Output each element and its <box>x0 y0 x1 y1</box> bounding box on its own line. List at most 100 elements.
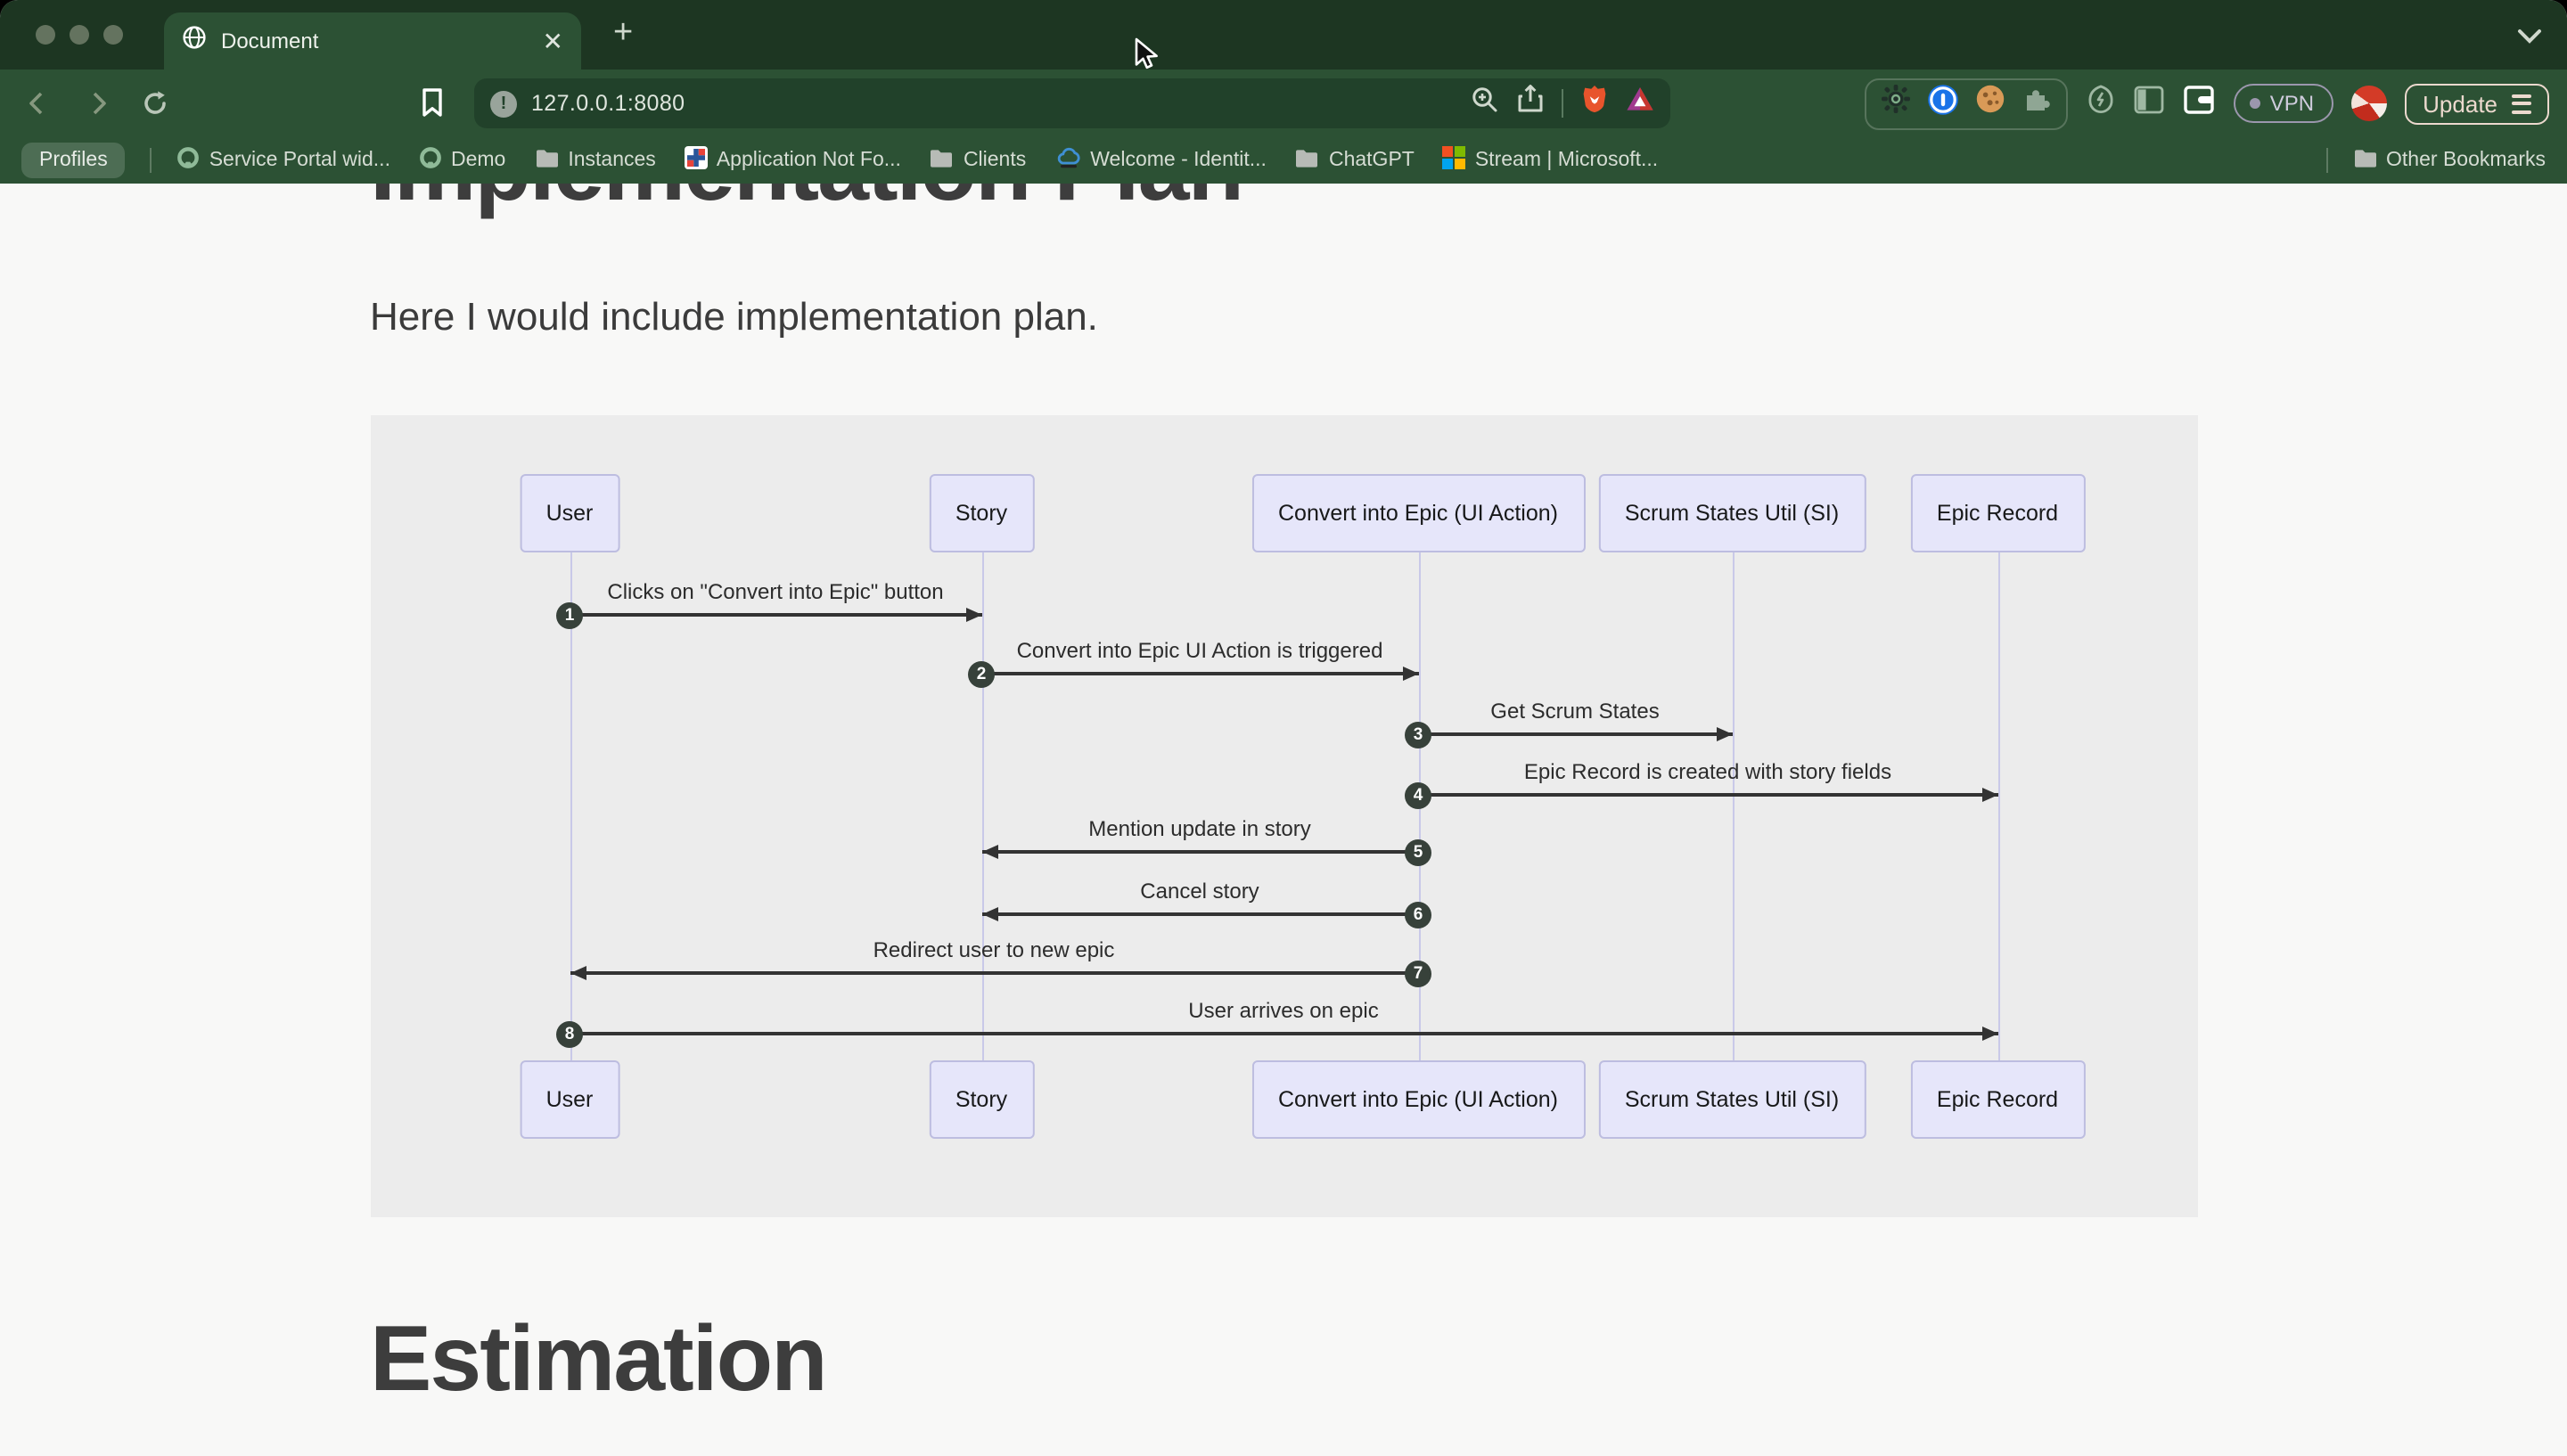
message-number-badge: 5 <box>1405 838 1431 865</box>
servicenow-icon <box>419 146 442 175</box>
bookmark-label: ChatGPT <box>1329 150 1415 171</box>
message-label: Epic Record is created with story fields <box>1524 759 1891 784</box>
vpn-label: VPN <box>2270 91 2314 116</box>
message-label: Mention update in story <box>1088 816 1311 841</box>
vpn-status-dot <box>2251 98 2261 109</box>
cookie-extension-icon[interactable] <box>1976 84 2006 123</box>
folder-icon <box>2352 147 2377 174</box>
bat-token-icon[interactable] <box>1626 86 1654 121</box>
message-arrow-line <box>570 972 1418 975</box>
leo-ai-leaf-icon[interactable] <box>2087 84 2117 123</box>
bookmark-list: Service Portal wid... Demo Instances Applic… <box>177 146 1659 175</box>
bookmark-item[interactable]: Welcome - Identit... <box>1054 146 1267 175</box>
toolbar: ! 127.0.0.1:8080 <box>0 70 2567 137</box>
actor-box: User <box>520 474 620 552</box>
bookmarks-divider <box>151 148 152 173</box>
bookmark-item[interactable]: Stream | Microsoft... <box>1443 146 1658 175</box>
web-page: Implementation Plan Here I would include… <box>0 184 2567 1456</box>
bookmark-item[interactable]: Clients <box>930 147 1026 174</box>
message-number-badge: 7 <box>1405 960 1431 986</box>
bookmark-item[interactable]: ChatGPT <box>1295 147 1415 174</box>
message-arrowhead-icon <box>1981 787 1997 801</box>
message-label: User arrives on epic <box>1188 998 1378 1023</box>
folder-icon <box>1295 147 1320 174</box>
message-arrowhead-icon <box>1716 726 1732 740</box>
message-arrowhead-icon <box>981 844 997 858</box>
profile-avatar[interactable] <box>2351 86 2387 121</box>
onepassword-extension-icon[interactable] <box>1928 83 1960 124</box>
bookmarks-bar: Profiles Service Portal wid... Demo Instan… <box>0 137 2567 184</box>
forward-button[interactable] <box>84 89 112 127</box>
toolbar-right-cluster: VPN Update <box>1866 70 2549 137</box>
bookmark-label: Instances <box>568 150 655 171</box>
tab-search-chevron-icon[interactable] <box>2517 21 2542 53</box>
bookmark-item[interactable]: Demo <box>419 146 505 175</box>
bookmark-item[interactable]: Service Portal wid... <box>177 146 390 175</box>
bookmark-label: Demo <box>451 150 505 171</box>
actor-box: User <box>520 1060 620 1139</box>
message-label: Cancel story <box>1140 879 1259 904</box>
message-number-badge: 6 <box>1405 901 1431 928</box>
fullscreen-window-button[interactable] <box>103 25 123 45</box>
actor-box: Scrum States Util (SI) <box>1598 474 1866 552</box>
bookmark-item[interactable]: Application Not Fo... <box>685 146 901 175</box>
message-arrow-line <box>981 673 1418 675</box>
address-bar[interactable]: ! 127.0.0.1:8080 <box>474 78 1670 128</box>
new-tab-button[interactable]: + <box>613 14 633 53</box>
vpn-button[interactable]: VPN <box>2235 84 2333 123</box>
close-tab-icon[interactable]: ✕ <box>543 29 563 53</box>
profiles-button[interactable]: Profiles <box>21 143 126 178</box>
actor-box: Scrum States Util (SI) <box>1598 1060 1866 1139</box>
close-window-button[interactable] <box>36 25 55 45</box>
back-button[interactable] <box>23 89 52 127</box>
message-number-badge: 3 <box>1405 721 1431 748</box>
message-label: Convert into Epic UI Action is triggered <box>1017 638 1383 663</box>
site-info-icon[interactable]: ! <box>490 90 517 117</box>
message-arrow-line <box>570 1033 1997 1035</box>
actor-lifeline <box>570 552 571 1060</box>
message-number-badge: 4 <box>1405 781 1431 808</box>
folder-icon <box>534 147 559 174</box>
message-arrow-line <box>981 913 1418 916</box>
update-label: Update <box>2423 90 2497 117</box>
actor-box: Convert into Epic (UI Action) <box>1251 474 1585 552</box>
minimize-window-button[interactable] <box>70 25 89 45</box>
actor-box: Convert into Epic (UI Action) <box>1251 1060 1585 1139</box>
clearskye-cloud-icon <box>1054 146 1081 175</box>
other-bookmarks-button[interactable]: Other Bookmarks <box>2352 147 2546 174</box>
actor-box: Story <box>929 1060 1034 1139</box>
message-number-badge: 1 <box>556 601 583 628</box>
message-label: Redirect user to new epic <box>873 937 1115 962</box>
urlbar-divider <box>1562 89 1563 118</box>
microsoft-icon <box>1443 146 1466 175</box>
extensions-puzzle-icon[interactable] <box>2022 84 2053 123</box>
update-button[interactable]: Update <box>2405 83 2549 124</box>
reload-button[interactable] <box>141 89 169 127</box>
brave-rewards-lion-icon[interactable] <box>1581 84 1608 123</box>
message-arrow-line <box>570 614 981 617</box>
tab-document[interactable]: Document ✕ <box>164 12 581 70</box>
sidebar-toggle-icon[interactable] <box>2135 85 2165 122</box>
servicenow-icon <box>177 146 201 175</box>
bookmark-flag-icon[interactable] <box>421 87 444 127</box>
tab-title: Document <box>221 29 529 53</box>
bookmark-item[interactable]: Instances <box>534 147 655 174</box>
bookmark-label: Welcome - Identit... <box>1090 150 1267 171</box>
browser-window: Document ✕ + ! 127.0.0.1:8080 <box>0 0 2567 1456</box>
actor-lifeline <box>1732 552 1734 1060</box>
message-arrowhead-icon <box>981 906 997 920</box>
app-cross-icon <box>685 146 708 175</box>
intro-paragraph: Here I would include implementation plan… <box>370 290 2197 344</box>
message-arrowhead-icon <box>1402 666 1418 680</box>
zoom-page-icon[interactable] <box>1471 85 1499 122</box>
share-icon[interactable] <box>1517 84 1544 123</box>
gear-extension-icon[interactable] <box>1882 84 1912 123</box>
wallet-icon[interactable] <box>2183 85 2217 122</box>
url-text: 127.0.0.1:8080 <box>531 91 1456 116</box>
page-title-implementation-plan: Implementation Plan <box>370 184 2197 223</box>
mouse-cursor <box>1134 37 1160 80</box>
sequence-diagram: UserUserStoryStoryConvert into Epic (UI … <box>370 415 2197 1217</box>
actor-box: Epic Record <box>1910 1060 2085 1139</box>
actor-lifeline <box>981 552 983 1060</box>
bookmark-label: Stream | Microsoft... <box>1475 150 1658 171</box>
